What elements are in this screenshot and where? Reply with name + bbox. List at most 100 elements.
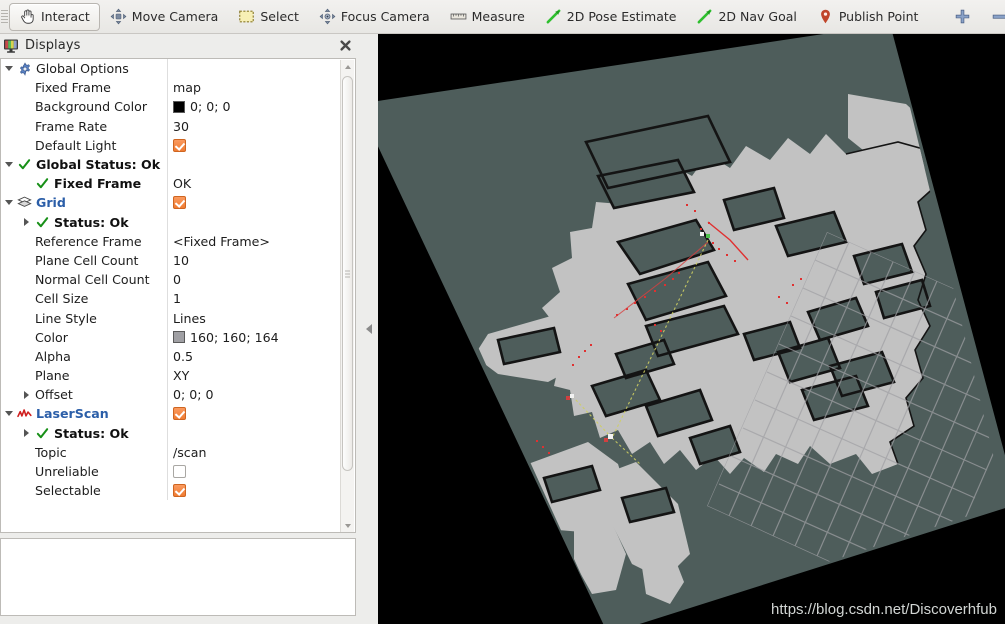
column-separator: [167, 327, 168, 347]
tree-row-value-text: 1: [173, 291, 182, 307]
tree-row-value[interactable]: 1: [173, 291, 181, 306]
tool-2d-nav-goal[interactable]: 2D Nav Goal: [686, 3, 806, 31]
displays-tree-scrollbar[interactable]: [340, 60, 354, 532]
checkbox-checked-icon[interactable]: [173, 484, 186, 498]
tree-row-value[interactable]: [173, 138, 186, 152]
tree-row[interactable]: Color 160; 160; 164: [1, 327, 341, 347]
tree-row[interactable]: Grid: [1, 193, 341, 213]
tree-row[interactable]: Selectable: [1, 481, 341, 501]
tree-row[interactable]: Plane Cell Count 10: [1, 250, 341, 271]
tree-row[interactable]: Frame Rate 30: [1, 116, 341, 136]
tree-row[interactable]: Line Style Lines: [1, 308, 341, 328]
tree-row-value[interactable]: 0: [173, 272, 181, 287]
scroll-down-icon[interactable]: [341, 519, 354, 532]
color-swatch[interactable]: [173, 331, 185, 344]
expand-arrow-right-icon[interactable]: [21, 213, 32, 232]
column-separator: [167, 308, 168, 328]
tree-row[interactable]: Fixed Frame OK: [1, 174, 341, 194]
tree-row[interactable]: Global Status: Ok: [1, 154, 341, 175]
tree-row[interactable]: Plane XY: [1, 366, 341, 386]
expand-arrow-right-icon[interactable]: [21, 385, 32, 404]
expand-arrow-down-icon[interactable]: [3, 404, 14, 423]
tree-row[interactable]: Default Light: [1, 135, 341, 155]
column-separator: [167, 250, 168, 271]
tree-row[interactable]: Offset 0; 0; 0: [1, 385, 341, 405]
tool-select[interactable]: Select: [228, 3, 309, 31]
tool-measure[interactable]: Measure: [440, 3, 535, 31]
tree-row[interactable]: Unreliable: [1, 461, 341, 482]
column-separator: [167, 193, 168, 213]
tree-row-value[interactable]: /scan: [173, 445, 206, 460]
tool-move-camera[interactable]: Move Camera: [100, 3, 229, 31]
tree-row[interactable]: Normal Cell Count 0: [1, 270, 341, 290]
expand-arrow-down-icon[interactable]: [3, 193, 14, 212]
tree-row-label: Alpha: [35, 348, 71, 364]
tool-publish-point[interactable]: Publish Point: [807, 3, 929, 31]
close-icon[interactable]: [339, 39, 352, 52]
tool-2d-pose-estimate[interactable]: 2D Pose Estimate: [535, 3, 687, 31]
checkbox-checked-icon[interactable]: [173, 138, 186, 152]
tree-row[interactable]: LaserScan: [1, 404, 341, 424]
expand-arrow-down-icon[interactable]: [3, 59, 14, 78]
collapse-panel-arrow-icon[interactable]: [366, 324, 372, 334]
tree-row-label-group: Fixed Frame: [35, 80, 111, 95]
tree-row-value[interactable]: XY: [173, 368, 189, 383]
tree-row-value[interactable]: map: [173, 80, 201, 95]
gear-icon: [17, 61, 32, 76]
color-swatch[interactable]: [173, 100, 185, 113]
tree-row-value[interactable]: 0; 0; 0: [173, 387, 214, 402]
scrollbar-thumb[interactable]: [342, 76, 353, 471]
tree-row-value[interactable]: <Fixed Frame>: [173, 234, 270, 249]
main-toolbar: Interact Move Camera Select Focus Camera…: [0, 0, 1005, 34]
column-separator: [167, 385, 168, 405]
tree-row[interactable]: Fixed Frame map: [1, 78, 341, 98]
tree-row[interactable]: Status: Ok: [1, 212, 341, 232]
tree-row[interactable]: Global Options: [1, 59, 341, 79]
expand-arrow-right-icon[interactable]: [21, 424, 32, 443]
tree-row-value[interactable]: [173, 196, 186, 210]
tree-row[interactable]: Cell Size 1: [1, 289, 341, 309]
tree-row-value[interactable]: Lines: [173, 311, 206, 326]
tree-row-value-text: 160; 160; 164: [190, 329, 279, 345]
scroll-up-icon[interactable]: [341, 60, 354, 74]
tree-row[interactable]: Status: Ok: [1, 423, 341, 443]
add-tool-button[interactable]: [944, 3, 981, 31]
column-separator: [167, 116, 168, 136]
green-arrow-icon: [698, 9, 712, 24]
tree-row-value[interactable]: [173, 465, 186, 479]
focus-camera-icon: [319, 8, 336, 25]
tree-row-value[interactable]: 10: [173, 253, 189, 268]
render-view-3d[interactable]: https://blog.csdn.net/Discoverhfub: [378, 34, 1005, 624]
checkbox-checked-icon[interactable]: [173, 407, 186, 421]
expand-arrow-down-icon[interactable]: [3, 155, 14, 174]
displays-panel: Displays Global Options Fixed Frame map Bac…: [0, 34, 362, 624]
tree-row-label-group: Fixed Frame: [35, 176, 141, 191]
tree-row[interactable]: Alpha 0.5: [1, 346, 341, 366]
checkbox-unchecked-icon[interactable]: [173, 465, 186, 479]
tree-row-value[interactable]: [173, 407, 186, 421]
tree-row-label: Reference Frame: [35, 233, 142, 249]
toolbar-drag-handle[interactable]: [1, 6, 8, 28]
tree-row[interactable]: Topic/scan: [1, 442, 341, 462]
tree-row-label: Global Status: Ok: [36, 157, 161, 173]
column-separator: [167, 481, 168, 501]
tree-row-value[interactable]: 0.5: [173, 349, 193, 364]
tool-interact[interactable]: Interact: [9, 2, 100, 31]
tree-row-value[interactable]: OK: [173, 176, 191, 191]
panel-splitter[interactable]: [362, 34, 378, 624]
displays-panel-titlebar: Displays: [0, 34, 362, 57]
displays-tree[interactable]: Global Options Fixed Frame map Background C…: [0, 58, 356, 533]
tree-row-label: Fixed Frame: [35, 80, 111, 96]
tool-focus-camera[interactable]: Focus Camera: [309, 3, 440, 31]
tree-row-value[interactable]: 160; 160; 164: [173, 330, 279, 345]
tree-row[interactable]: Reference Frame <Fixed Frame>: [1, 231, 341, 251]
tree-row[interactable]: Background Color 0; 0; 0: [1, 97, 341, 117]
column-separator: [167, 97, 168, 117]
remove-tool-button[interactable]: [981, 3, 1005, 31]
tree-row-value[interactable]: [173, 484, 186, 498]
tool-publish-point-label: Publish Point: [838, 9, 919, 24]
tree-row-value[interactable]: 30: [173, 119, 189, 134]
checkbox-checked-icon[interactable]: [173, 196, 186, 210]
tree-row-value[interactable]: 0; 0; 0: [173, 99, 231, 114]
occupancy-map-render: [378, 34, 1005, 624]
